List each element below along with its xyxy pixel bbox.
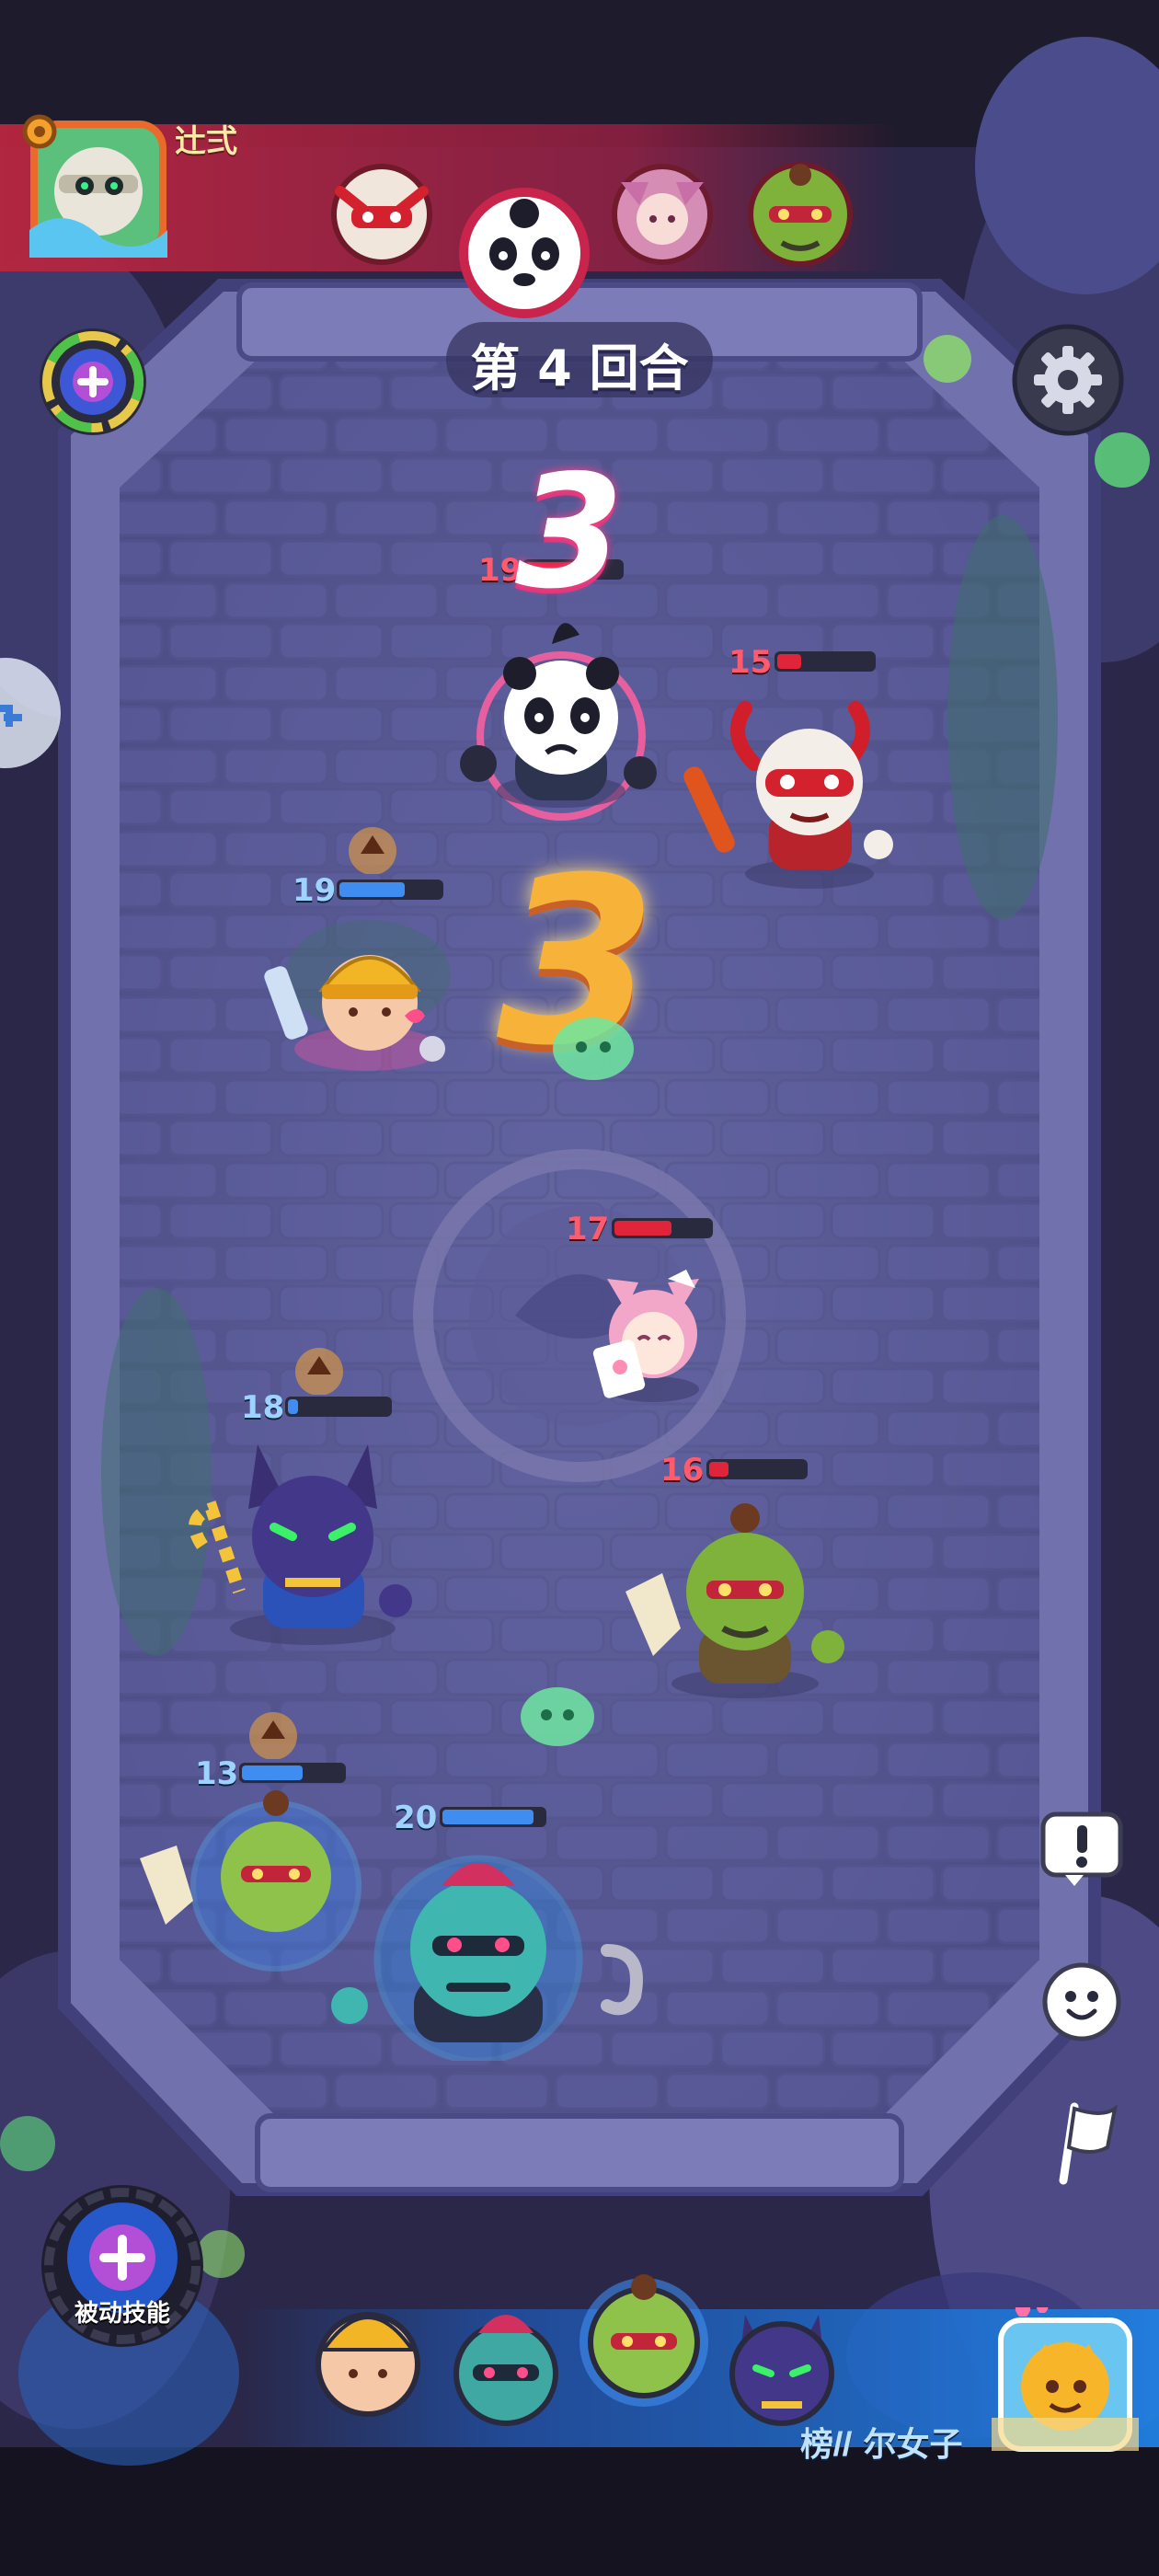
unit-troll-hook-status: 20 xyxy=(394,1800,559,1842)
heart-icon xyxy=(1015,2307,1031,2317)
unit-miner-girl[interactable] xyxy=(258,911,460,1086)
turn-portrait-green-orc[interactable] xyxy=(736,155,865,274)
bench-slot-anubis[interactable] xyxy=(717,2296,846,2434)
hp-bar xyxy=(612,1218,713,1238)
unit-fox-girl-level: 17 xyxy=(566,1211,610,1248)
rage-buff-icon xyxy=(340,819,405,874)
bench-slot-miner-girl[interactable] xyxy=(304,2291,432,2429)
unit-troll-hook[interactable] xyxy=(331,1840,662,2061)
round-label: 第 4 回合 xyxy=(470,339,689,397)
exclamation-icon xyxy=(1040,1811,1123,1886)
hp-bar xyxy=(337,880,443,900)
rage-buff-icon xyxy=(287,1340,351,1395)
unit-monkey-king-status: 15 xyxy=(729,644,885,686)
unit-orc-enemy-level: 16 xyxy=(660,1452,705,1489)
unit-anubis-level: 18 xyxy=(241,1389,285,1426)
unit-fox-girl-status: 17 xyxy=(566,1211,722,1253)
unit-orc-enemy[interactable] xyxy=(607,1500,846,1702)
rage-buff-icon xyxy=(241,1704,305,1759)
opponent-avatar[interactable] xyxy=(992,2307,1139,2464)
player-name: 辻弍 xyxy=(175,123,237,160)
unit-orc-ally-status: 13 xyxy=(195,1755,351,1798)
turn-portrait-masked-monkey[interactable] xyxy=(322,155,442,274)
gear-badge-icon xyxy=(18,110,61,153)
flag-icon xyxy=(1059,2102,1118,2185)
unit-orc-enemy-status: 16 xyxy=(660,1452,817,1494)
hp-bar-fill xyxy=(339,882,406,897)
side-panel-toggle[interactable] xyxy=(0,653,64,773)
hp-bar-fill xyxy=(442,1810,534,1824)
game-screen: 辻弍 第 4 回合 19 3 15 19 3 17 18 16 13 20 被动… xyxy=(0,0,1159,2576)
unit-panda[interactable] xyxy=(451,598,671,837)
passive-skill-label: 被动技能 xyxy=(74,2300,170,2328)
unit-fox-girl[interactable] xyxy=(580,1251,727,1408)
ghost-wisp-icon xyxy=(543,1003,644,1086)
hp-bar xyxy=(239,1763,346,1783)
unit-monkey-king[interactable] xyxy=(681,681,901,892)
emote-button[interactable] xyxy=(1038,1958,1126,2046)
surrender-button[interactable] xyxy=(1038,2098,1126,2190)
hp-bar-fill xyxy=(614,1221,672,1236)
hp-bar xyxy=(440,1807,546,1827)
hp-bar-fill xyxy=(288,1399,298,1414)
settings-button[interactable] xyxy=(1010,322,1126,438)
turn-portrait-fox-girl[interactable] xyxy=(602,155,722,274)
hp-bar xyxy=(285,1397,392,1417)
unit-miner-girl-level: 19 xyxy=(293,872,337,909)
unit-anubis[interactable] xyxy=(175,1426,432,1647)
hp-bar-fill xyxy=(777,654,801,669)
countdown-small: 3 xyxy=(515,442,625,624)
hp-bar-fill xyxy=(242,1765,303,1780)
hp-bar xyxy=(775,651,876,672)
alert-button[interactable] xyxy=(1038,1809,1126,1888)
hp-bar-fill xyxy=(709,1462,729,1477)
unit-monkey-king-level: 15 xyxy=(729,644,773,681)
ghost-wisp-icon xyxy=(511,1671,603,1754)
ability-orb-button[interactable] xyxy=(33,322,153,442)
turn-portrait-panda-active[interactable] xyxy=(455,184,593,322)
unit-miner-girl-status: 19 xyxy=(293,872,449,914)
unit-troll-hook-level: 20 xyxy=(394,1800,438,1836)
bench-slot-troll-hook[interactable] xyxy=(442,2300,570,2438)
unit-anubis-status: 18 xyxy=(241,1389,397,1432)
hp-bar xyxy=(706,1459,808,1479)
smiley-icon xyxy=(1042,1962,1121,2041)
unit-orc-ally-level: 13 xyxy=(195,1755,239,1792)
opponent-name: 榜𝐼𝐼 尔女子 xyxy=(800,2426,963,2464)
bench-slot-orc-ally-selected[interactable] xyxy=(570,2260,717,2416)
